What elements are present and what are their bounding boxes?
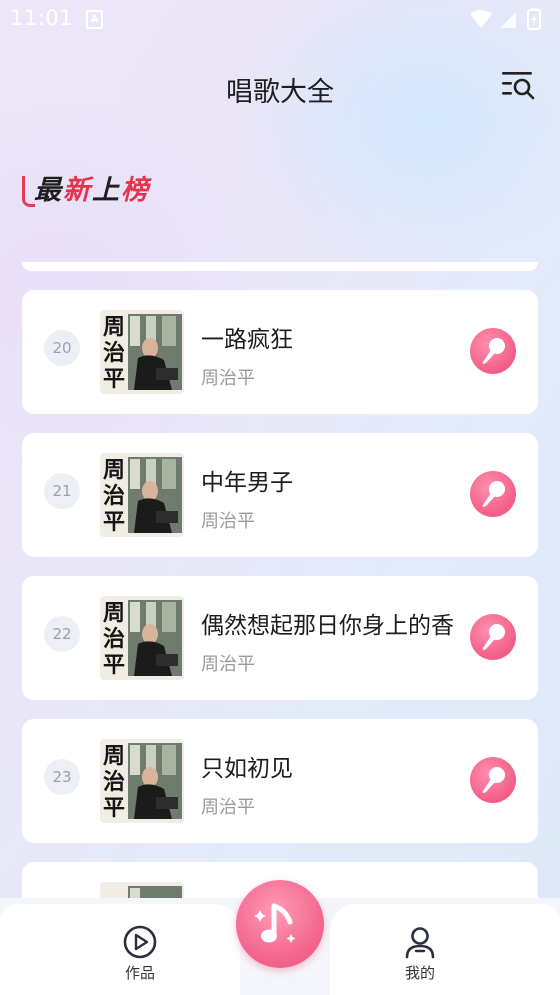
svg-text:周: 周 [103, 600, 125, 626]
song-card[interactable]: 22 周 治 平 偶然想起那日你身上的香 周治平 [22, 576, 538, 700]
svg-text:周: 周 [103, 314, 125, 340]
rank-badge: 21 [44, 473, 80, 509]
song-list: 20 周 治 平 一路疯狂 周治平 21 周 治 平 中年男子 周治平 22 周… [0, 0, 560, 995]
svg-text:治: 治 [103, 626, 125, 652]
microphone-icon [482, 338, 505, 364]
microphone-icon [482, 481, 505, 507]
song-artist: 周治平 [201, 368, 255, 389]
album-cover: 周 治 平 [100, 310, 184, 394]
song-artist: 周治平 [201, 797, 255, 818]
nav-works-label: 作品 [124, 964, 155, 982]
play-circle-icon [123, 925, 157, 959]
rank-badge: 20 [44, 330, 80, 366]
sing-button[interactable] [470, 757, 516, 803]
svg-text:周: 周 [103, 743, 125, 769]
user-icon [405, 927, 435, 959]
nav-works[interactable]: 作品 [100, 898, 180, 982]
center-sing-button[interactable] [236, 880, 324, 968]
svg-text:治: 治 [103, 769, 125, 795]
rank-badge: 22 [44, 616, 80, 652]
song-artist: 周治平 [201, 654, 255, 675]
svg-text:平: 平 [103, 366, 125, 392]
svg-text:平: 平 [103, 652, 125, 678]
song-title: 中年男子 [201, 470, 293, 496]
svg-text:周: 周 [103, 457, 125, 483]
music-note-icon [254, 903, 296, 943]
microphone-icon [482, 624, 505, 650]
sing-button[interactable] [470, 328, 516, 374]
album-cover: 周 治 平 [100, 739, 184, 823]
song-title: 一路疯狂 [201, 327, 293, 353]
album-cover: 周 治 平 [100, 596, 184, 680]
song-card[interactable]: 23 周 治 平 只如初见 周治平 [22, 719, 538, 843]
svg-text:平: 平 [103, 795, 125, 821]
album-cover: 周 治 平 [100, 453, 184, 537]
svg-text:治: 治 [103, 483, 125, 509]
svg-text:平: 平 [103, 509, 125, 535]
song-card[interactable]: 20 周 治 平 一路疯狂 周治平 [22, 290, 538, 414]
song-title: 只如初见 [201, 756, 293, 782]
nav-mine-label: 我的 [404, 964, 435, 982]
microphone-icon [482, 767, 505, 793]
song-artist: 周治平 [201, 511, 255, 532]
sing-button[interactable] [470, 614, 516, 660]
song-title: 偶然想起那日你身上的香 [201, 613, 454, 639]
rank-badge: 23 [44, 759, 80, 795]
svg-text:治: 治 [103, 340, 125, 366]
sing-button[interactable] [470, 471, 516, 517]
song-card[interactable]: 21 周 治 平 中年男子 周治平 [22, 433, 538, 557]
nav-mine[interactable]: 我的 [380, 898, 460, 982]
